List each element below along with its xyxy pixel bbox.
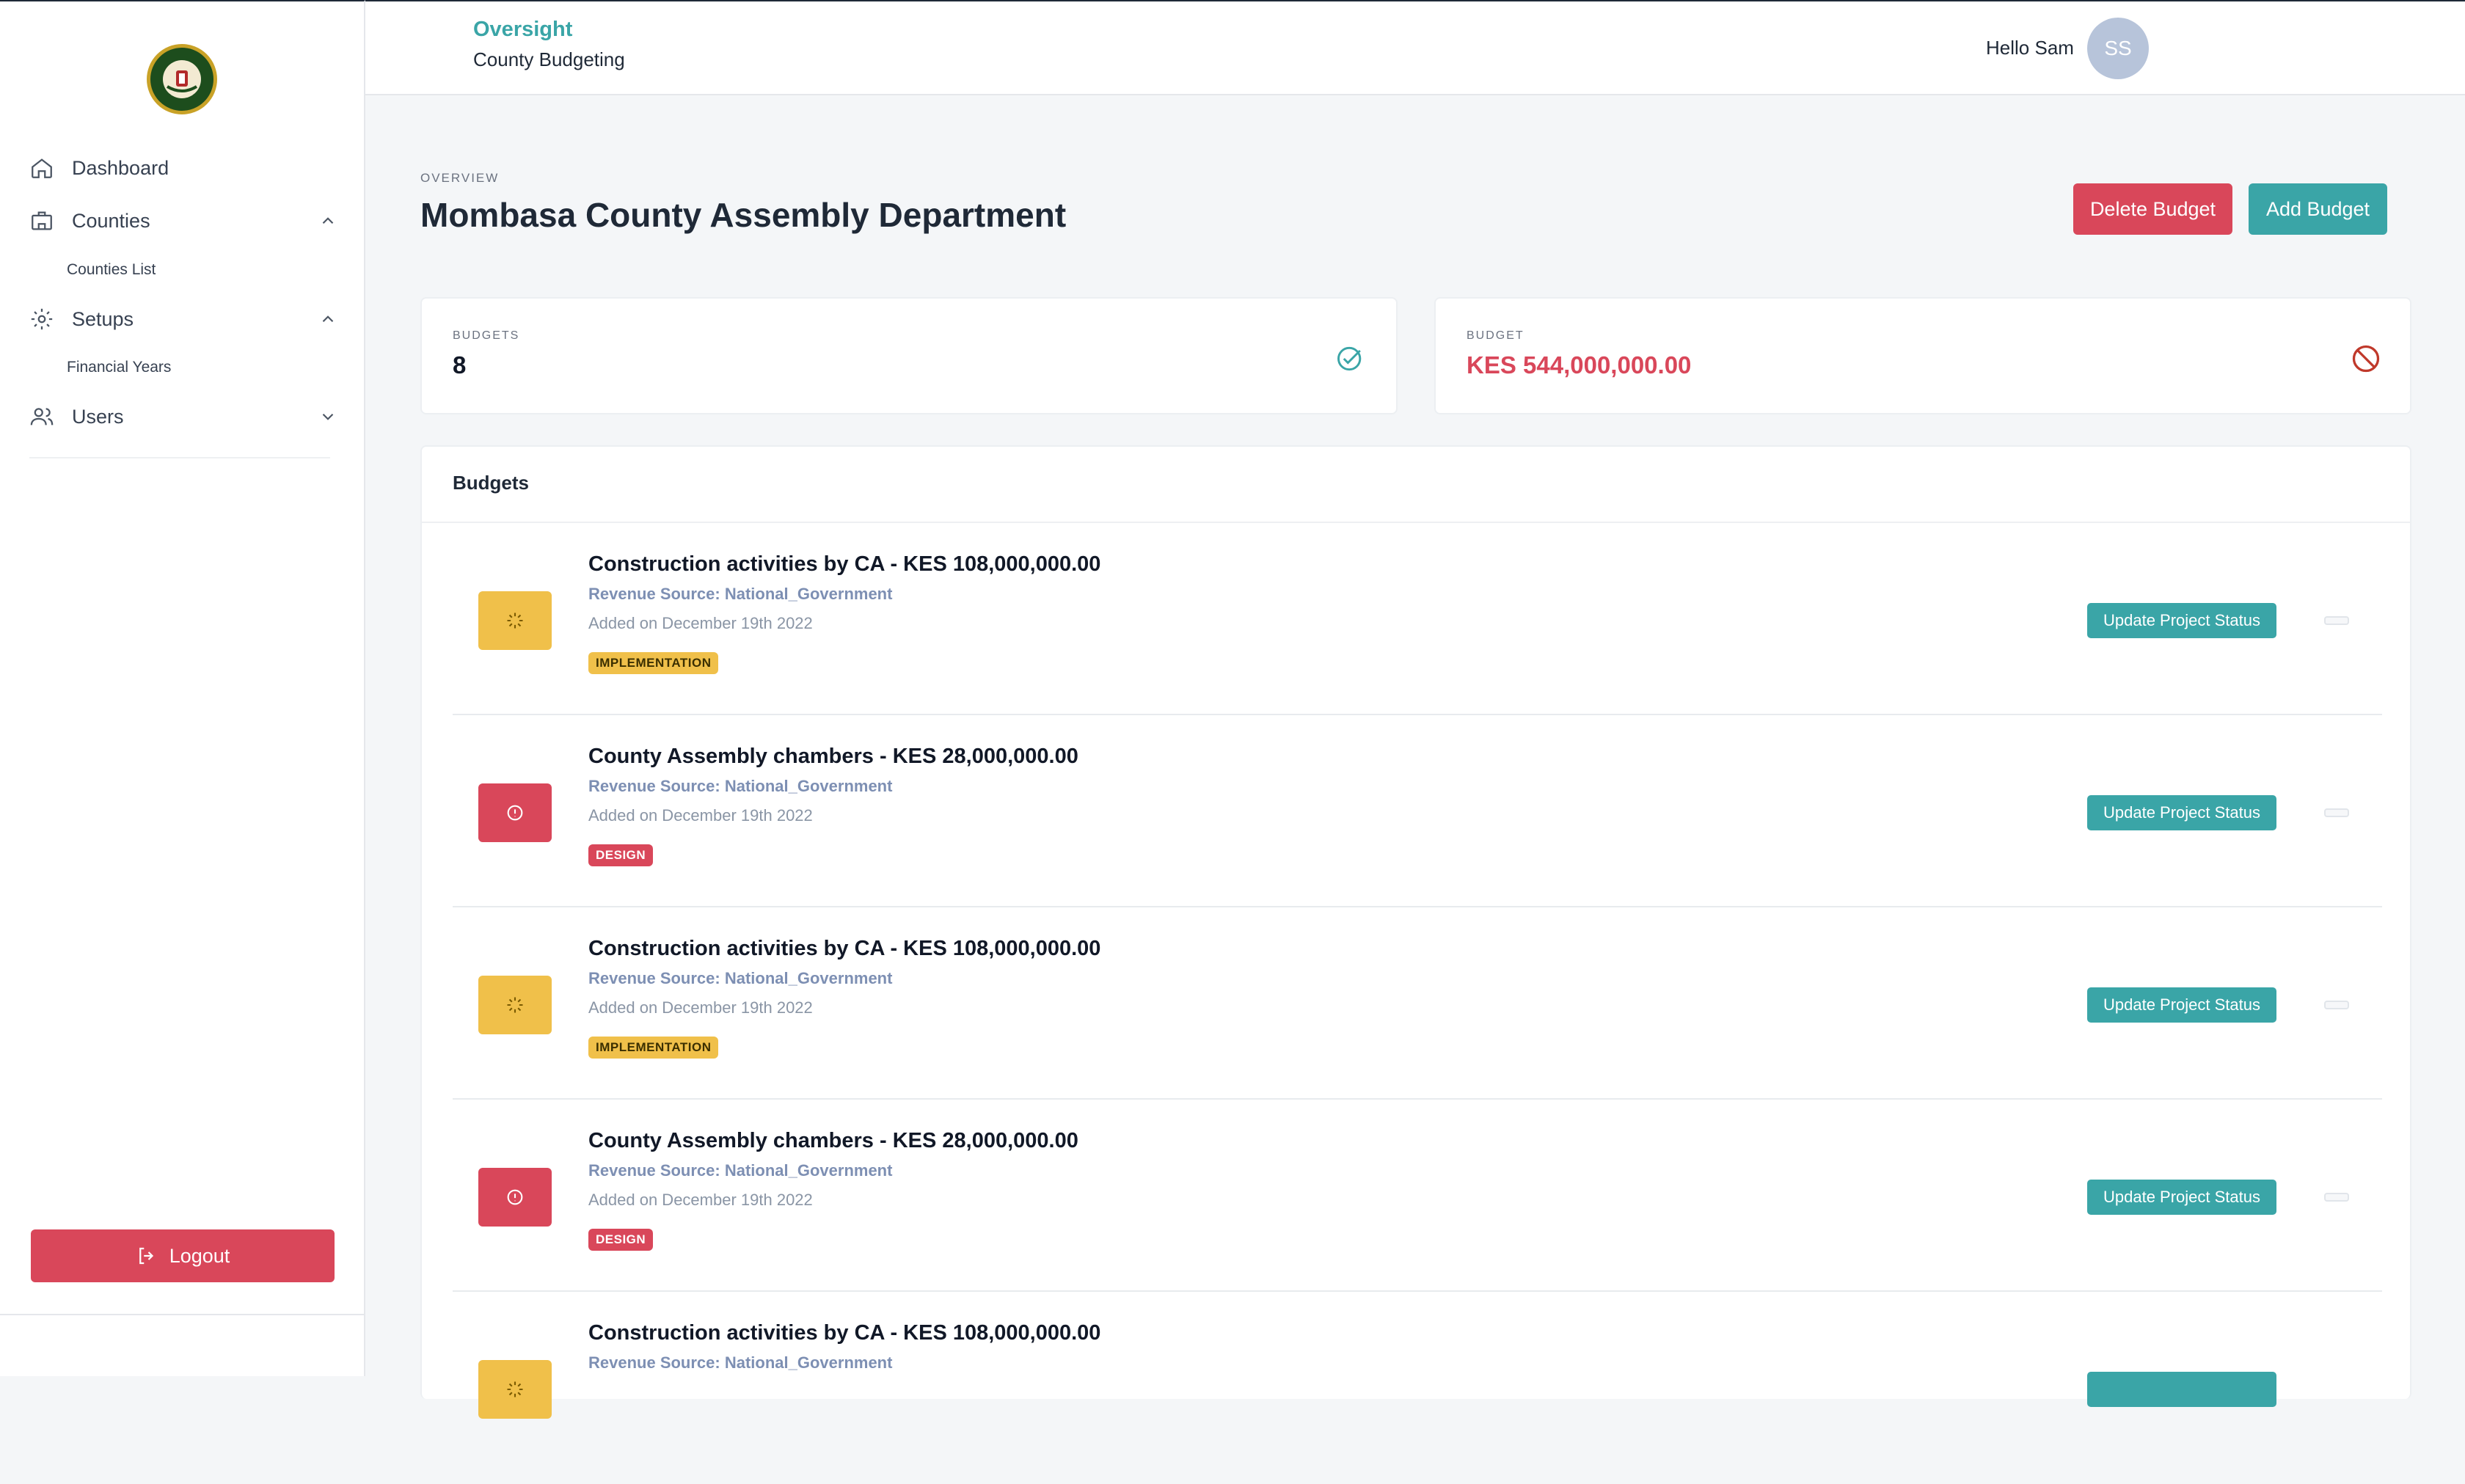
gear-icon: [31, 308, 53, 330]
update-project-status-button[interactable]: Update Project Status: [2087, 603, 2276, 638]
row-toggle[interactable]: [2324, 808, 2349, 817]
revenue-source: Revenue Source: National_Government: [588, 1161, 893, 1180]
sidebar-item-setups[interactable]: Setups: [29, 301, 337, 337]
top-header: Oversight County Budgeting Hello Sam SS: [365, 0, 2465, 95]
revenue-source: Revenue Source: National_Government: [588, 585, 893, 603]
row-toggle[interactable]: [2324, 616, 2349, 625]
added-date: Added on December 19th 2022: [588, 1191, 813, 1209]
budget-title: County Assembly chambers - KES 28,000,00…: [588, 745, 1078, 768]
county-logo: [147, 44, 217, 114]
stat-value: 8: [453, 351, 467, 379]
status-badge: IMPLEMENTATION: [588, 1037, 719, 1059]
revenue-source: Revenue Source: National_Government: [588, 1353, 893, 1372]
stat-value: KES 544,000,000.00: [1467, 351, 1692, 379]
stat-label: BUDGETS: [453, 329, 520, 342]
alert-circle-icon: [507, 1189, 523, 1205]
update-project-status-button[interactable]: Update Project Status: [2087, 795, 2276, 830]
building-icon: [32, 211, 52, 230]
sidebar-item-financial-years[interactable]: Financial Years: [67, 359, 171, 376]
spinner-icon: [507, 613, 523, 629]
update-project-status-button[interactable]: Update Project Status: [2087, 1180, 2276, 1215]
sidebar-footer-divider: [0, 1314, 365, 1315]
ban-icon: [2352, 345, 2380, 373]
alert-circle-icon: [507, 805, 523, 821]
sidebar-item-users[interactable]: Users: [29, 398, 337, 435]
chevron-up-icon[interactable]: [318, 211, 337, 230]
budget-title: Construction activities by CA - KES 108,…: [588, 552, 1101, 576]
row-toggle[interactable]: [2324, 1193, 2349, 1202]
added-date: Added on December 19th 2022: [588, 614, 813, 632]
spinner-icon: [507, 1381, 523, 1397]
budget-total-card: BUDGET KES 544,000,000.00: [1434, 297, 2411, 414]
app-brand[interactable]: Oversight: [473, 18, 572, 42]
budgets-count-card: BUDGETS 8: [420, 297, 1398, 414]
list-title: Budgets: [453, 472, 529, 494]
budget-title: Construction activities by CA - KES 108,…: [588, 1321, 1101, 1345]
delete-budget-button[interactable]: Delete Budget: [2073, 183, 2232, 235]
sidebar-item-label: Setups: [72, 307, 134, 330]
row-toggle[interactable]: [2324, 1001, 2349, 1009]
status-badge: DESIGN: [588, 844, 654, 866]
sidebar-item-label: Counties: [72, 209, 150, 232]
logout-label: Logout: [169, 1244, 230, 1267]
status-tile: [478, 591, 552, 650]
budgets-list-card: Budgets Construction activities by CA - …: [420, 445, 2411, 1419]
status-tile: [478, 976, 552, 1034]
add-budget-button[interactable]: Add Budget: [2249, 183, 2387, 235]
app-section: County Budgeting: [473, 48, 625, 70]
chevron-down-icon[interactable]: [318, 407, 337, 426]
added-date: Added on December 19th 2022: [588, 998, 813, 1017]
page-title: Mombasa County Assembly Department: [420, 196, 1067, 234]
status-tile: [478, 783, 552, 842]
added-date: Added on December 19th 2022: [588, 806, 813, 825]
budget-title: County Assembly chambers - KES 28,000,00…: [588, 1129, 1078, 1152]
logout-icon: [139, 1247, 153, 1265]
status-tile: [478, 1360, 552, 1419]
update-project-status-button[interactable]: [2087, 1372, 2276, 1407]
sidebar-item-label: Users: [72, 405, 124, 428]
spinner-icon: [507, 997, 523, 1013]
budget-title: Construction activities by CA - KES 108,…: [588, 937, 1101, 960]
sidebar-item-counties[interactable]: Counties: [29, 202, 337, 239]
status-badge: DESIGN: [588, 1229, 654, 1251]
sidebar-item-label: Dashboard: [72, 156, 169, 179]
logout-button[interactable]: Logout: [31, 1229, 335, 1282]
page-eyebrow: OVERVIEW: [420, 171, 500, 185]
chevron-up-icon[interactable]: [318, 310, 337, 329]
update-project-status-button[interactable]: Update Project Status: [2087, 987, 2276, 1023]
sidebar: Dashboard Counties Counties List Setups …: [0, 0, 365, 1376]
status-tile: [478, 1168, 552, 1227]
check-badge-icon: [1337, 346, 1362, 371]
stat-label: BUDGET: [1467, 329, 1524, 342]
status-badge: IMPLEMENTATION: [588, 652, 719, 674]
users-icon: [30, 408, 54, 425]
sidebar-item-counties-list[interactable]: Counties List: [67, 261, 156, 279]
user-greeting: Hello Sam: [1986, 37, 2074, 59]
revenue-source: Revenue Source: National_Government: [588, 777, 893, 795]
avatar[interactable]: SS: [2087, 18, 2149, 79]
sidebar-item-dashboard[interactable]: Dashboard: [29, 150, 337, 186]
sidebar-divider: [29, 457, 330, 458]
revenue-source: Revenue Source: National_Government: [588, 969, 893, 987]
home-icon: [32, 158, 52, 178]
